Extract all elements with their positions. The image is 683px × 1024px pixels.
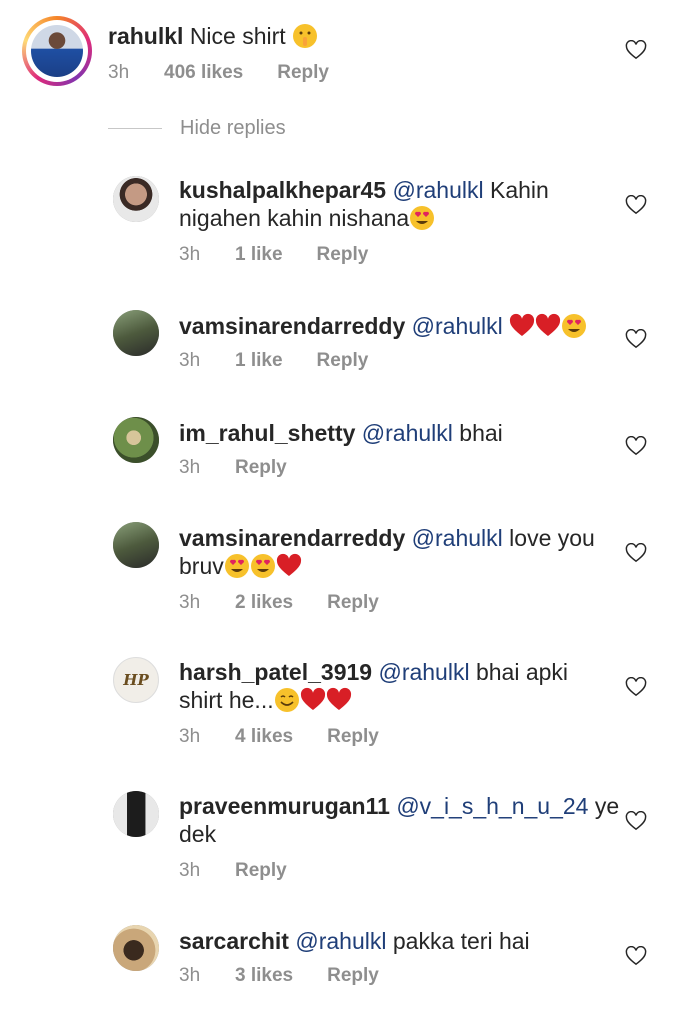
comment-meta: 3h Reply [179,860,287,882]
avatar[interactable] [113,522,159,568]
mention-link[interactable]: @rahulkl [393,177,484,203]
comment-body: Kahin [483,177,549,203]
timestamp: 3h [179,965,201,986]
heart-eyes-icon [410,206,435,230]
heart-eyes-icon [250,554,275,578]
timestamp: 3h [179,244,201,265]
timestamp: 3h [179,860,201,881]
reply-button[interactable]: Reply [327,965,379,987]
red-heart-icon [276,553,301,576]
like-heart-icon[interactable] [625,946,647,966]
comment-text: rahulkl Nice shirt [108,22,318,50]
likes-count[interactable]: 4 likes [235,726,293,748]
comment-meta: 3h 406 likes Reply [108,62,329,84]
likes-count[interactable]: 3 likes [235,965,293,987]
comment-body: ye [588,793,620,819]
mention-link[interactable]: @v_i_s_h_n_u_24 [396,793,588,819]
comment-meta: 3h 3 likes Reply [179,965,379,987]
timestamp: 3h [108,62,130,83]
reply-button[interactable]: Reply [277,62,329,84]
comment-body: bhai [452,420,503,446]
avatar[interactable]: HP [113,657,159,703]
likes-count[interactable]: 1 like [235,244,283,266]
username[interactable]: vamsinarendarreddy [179,313,405,339]
avatar[interactable] [113,176,159,222]
avatar[interactable] [113,310,159,356]
heart-eyes-icon [562,314,587,338]
username[interactable]: sarcarchit [179,928,289,954]
heart-eyes-icon [224,554,249,578]
comment-meta: 3h 4 likes Reply [179,726,379,748]
likes-count[interactable]: 406 likes [164,62,243,84]
username[interactable]: vamsinarendarreddy [179,525,405,551]
reply-button[interactable]: Reply [235,457,287,479]
comment-text: kushalpalkhepar45 @rahulkl Kahin nigahen… [179,176,549,232]
shushing-face-icon [293,24,318,48]
main-comment: rahulkl Nice shirt 3h 406 likes Reply [0,0,683,100]
avatar[interactable] [113,791,159,837]
username[interactable]: praveenmurugan11 [179,793,390,819]
comment-body: bhai apki [469,659,569,685]
timestamp: 3h [179,457,201,478]
username[interactable]: harsh_patel_3919 [179,659,372,685]
like-heart-icon[interactable] [625,195,647,215]
mention-link[interactable]: @rahulkl [295,928,386,954]
likes-count[interactable]: 2 likes [235,592,293,614]
red-heart-icon [300,687,325,710]
red-heart-icon [326,687,351,710]
timestamp: 3h [179,592,201,613]
likes-count[interactable]: 1 like [235,350,283,372]
comment-body: Nice shirt [189,23,286,49]
username[interactable]: im_rahul_shetty [179,420,355,446]
like-heart-icon[interactable] [625,436,647,456]
like-heart-icon[interactable] [625,40,647,60]
avatar[interactable] [113,925,159,971]
divider-line [108,128,162,129]
username[interactable]: kushalpalkhepar45 [179,177,386,203]
mention-link[interactable]: @rahulkl [412,525,503,551]
comment-body-line2: dek [179,821,217,847]
comment-meta: 3h 1 like Reply [179,244,368,266]
hide-replies-label[interactable]: Hide replies [180,117,286,140]
like-heart-icon[interactable] [625,811,647,831]
reply-button[interactable]: Reply [317,350,369,372]
mention-link[interactable]: @rahulkl [412,313,503,339]
like-heart-icon[interactable] [625,329,647,349]
reply-button[interactable]: Reply [317,244,369,266]
comment-text: vamsinarendarreddy @rahulkl love you bru… [179,524,595,580]
timestamp: 3h [179,726,201,747]
username[interactable]: rahulkl [108,23,183,49]
comment-text: im_rahul_shetty @rahulkl bhai [179,419,503,447]
smiling-face-icon [274,688,299,712]
comment-body: pakka teri hai [386,928,530,954]
comment-body-line2: nigahen kahin nishana [179,205,410,231]
avatar[interactable] [113,417,159,463]
mention-link[interactable]: @rahulkl [362,420,453,446]
like-heart-icon[interactable] [625,677,647,697]
comment-text: harsh_patel_3919 @rahulkl bhai apki shir… [179,658,568,714]
timestamp: 3h [179,350,201,371]
comment-meta: 3h Reply [179,457,287,479]
comment-text: praveenmurugan11 @v_i_s_h_n_u_24 ye dek [179,792,619,848]
comment-text: vamsinarendarreddy @rahulkl [179,312,587,340]
avatar [31,25,83,77]
comment-body-line2: shirt he... [179,687,274,713]
red-heart-icon [536,313,561,336]
reply-button[interactable]: Reply [327,726,379,748]
mention-link[interactable]: @rahulkl [378,659,469,685]
hide-replies[interactable]: Hide replies [108,117,286,140]
reply-button[interactable]: Reply [235,860,287,882]
comment-meta: 3h 1 like Reply [179,350,368,372]
red-heart-icon [510,313,535,336]
comment-body: love you [502,525,595,551]
comment-meta: 3h 2 likes Reply [179,592,379,614]
avatar-initials: HP [123,671,149,689]
comment-body-line2: bruv [179,553,224,579]
comment-text: sarcarchit @rahulkl pakka teri hai [179,927,530,955]
like-heart-icon[interactable] [625,543,647,563]
avatar-story-ring[interactable] [22,16,92,86]
reply-button[interactable]: Reply [327,592,379,614]
